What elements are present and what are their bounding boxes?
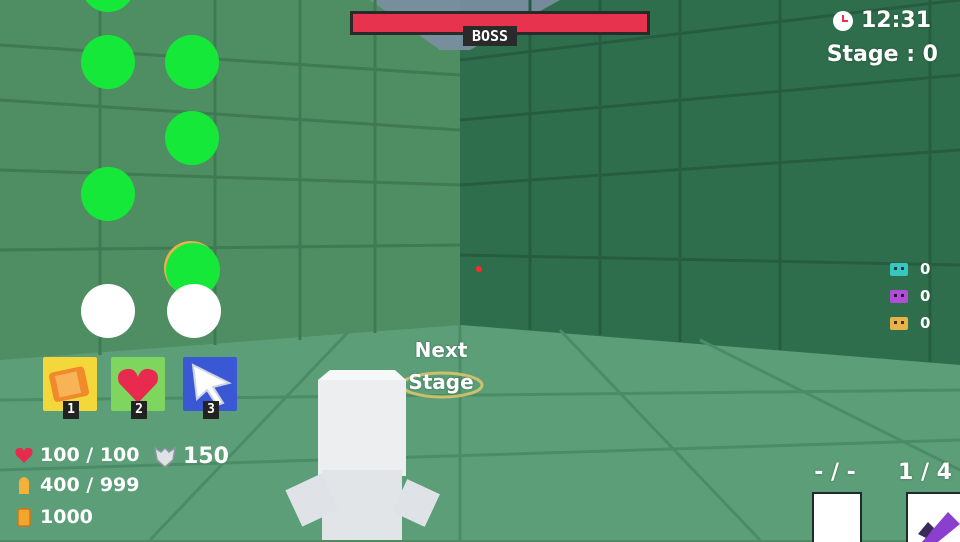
purple-enemy-icon bbox=[890, 290, 908, 303]
gold-value: 1000 bbox=[40, 506, 93, 528]
green-dot bbox=[81, 167, 135, 221]
weapon-slot-2-label: 1 / 4 bbox=[898, 460, 952, 485]
white-dot bbox=[81, 284, 135, 338]
purple-weapon-icon bbox=[918, 512, 960, 542]
health-value: 100 / 100 bbox=[40, 444, 140, 466]
next-stage-line2: Stage bbox=[408, 370, 474, 394]
clock-display: 12:31 bbox=[833, 8, 931, 33]
teal-enemy-count: 0 bbox=[920, 260, 931, 278]
weapon-slot-1-label: - / - bbox=[814, 460, 856, 485]
enemy-counter-teal: 0 bbox=[888, 260, 930, 278]
skill-key-3: 3 bbox=[203, 401, 219, 419]
skill-key-1: 1 bbox=[63, 401, 79, 419]
enemy-counter-yellow: 0 bbox=[888, 314, 930, 332]
gold-stat: 1000 bbox=[14, 506, 93, 528]
green-dot bbox=[81, 35, 135, 89]
weapon-slot-1[interactable] bbox=[812, 492, 862, 542]
ammo-stat: 400 / 999 bbox=[14, 474, 140, 496]
bullet-icon bbox=[19, 477, 29, 494]
teal-enemy-icon bbox=[890, 263, 908, 276]
stage-label: Stage : 0 bbox=[826, 42, 938, 67]
heart-icon bbox=[15, 447, 33, 463]
green-dot bbox=[165, 111, 219, 165]
skill-slot-3[interactable]: 3 bbox=[183, 357, 237, 419]
yellow-enemy-count: 0 bbox=[920, 314, 931, 332]
crosshair bbox=[476, 266, 482, 272]
green-dot bbox=[165, 35, 219, 89]
clock-icon bbox=[833, 10, 853, 31]
purple-enemy-count: 0 bbox=[920, 287, 931, 305]
boss-label: BOSS bbox=[463, 26, 517, 46]
next-stage-label: Next Stage bbox=[405, 334, 477, 398]
clock-time: 12:31 bbox=[861, 8, 932, 33]
yellow-enemy-icon bbox=[890, 317, 908, 330]
skill-key-2: 2 bbox=[131, 401, 147, 419]
skill-slot-1[interactable]: 1 bbox=[43, 357, 97, 419]
shield-icon bbox=[153, 445, 177, 468]
skill-slot-2[interactable]: 2 bbox=[111, 357, 165, 419]
armor-stat: 150 bbox=[153, 444, 229, 469]
armor-value: 150 bbox=[183, 444, 229, 469]
ammo-value: 400 / 999 bbox=[40, 474, 140, 496]
white-dot bbox=[167, 284, 221, 338]
next-stage-line1: Next bbox=[414, 338, 468, 362]
coin-icon bbox=[17, 508, 31, 527]
enemy-counter-purple: 0 bbox=[888, 287, 930, 305]
health-stat: 100 / 100 bbox=[14, 444, 140, 466]
weapon-slot-2[interactable] bbox=[906, 492, 960, 542]
